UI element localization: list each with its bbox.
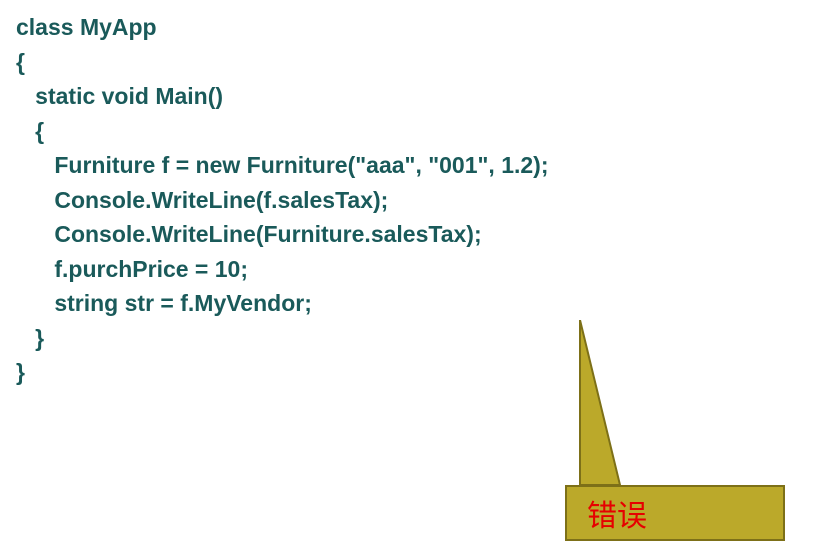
code-line: {	[16, 49, 25, 75]
code-line: class MyApp	[16, 14, 157, 40]
code-line: Console.WriteLine(f.salesTax);	[16, 187, 388, 213]
code-line: static void Main()	[16, 83, 223, 109]
code-line: f.purchPrice = 10;	[16, 256, 248, 282]
code-line: }	[16, 325, 44, 351]
code-line: string str = f.MyVendor;	[16, 290, 312, 316]
callout-box: 错误	[565, 485, 785, 541]
code-line: {	[16, 118, 44, 144]
code-line: }	[16, 359, 25, 385]
callout-label: 错误	[587, 491, 647, 535]
error-callout: 错误	[505, 320, 785, 545]
code-line: Furniture f = new Furniture("aaa", "001"…	[16, 152, 548, 178]
code-line: Console.WriteLine(Furniture.salesTax);	[16, 221, 482, 247]
